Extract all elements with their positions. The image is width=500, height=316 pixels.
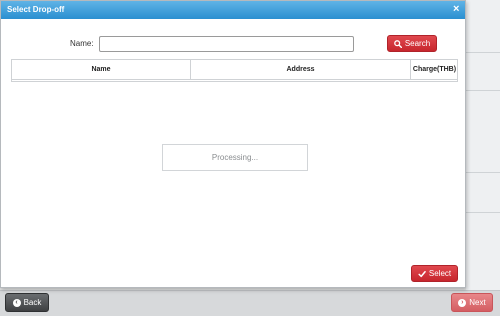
- close-icon[interactable]: ×: [453, 3, 459, 15]
- back-button[interactable]: ‹ Back: [5, 293, 49, 312]
- select-button-label: Select: [428, 269, 452, 278]
- chevron-right-icon: ›: [458, 298, 467, 307]
- name-label: Name:: [70, 39, 94, 48]
- column-header-charge[interactable]: Charge(THB): [411, 60, 458, 79]
- background-divider: [466, 212, 500, 213]
- select-button[interactable]: Select: [411, 265, 458, 282]
- results-table: Name Address Charge(THB): [11, 59, 458, 82]
- search-icon: [393, 39, 402, 48]
- search-button[interactable]: Search: [387, 35, 437, 52]
- next-button[interactable]: › Next: [451, 293, 493, 312]
- dialog-title: Select Drop-off: [7, 5, 65, 14]
- name-input[interactable]: [99, 36, 354, 52]
- background-divider: [466, 172, 500, 173]
- table-divider: [12, 79, 457, 80]
- select-dropoff-dialog: Select Drop-off × Name: Search Name Addr…: [0, 0, 466, 288]
- background-panel: [466, 0, 500, 290]
- search-button-label: Search: [404, 39, 431, 48]
- column-header-name[interactable]: Name: [12, 60, 191, 79]
- background-divider: [466, 52, 500, 53]
- next-button-label: Next: [469, 298, 486, 307]
- check-icon: [418, 270, 426, 277]
- processing-indicator: Processing...: [162, 144, 308, 171]
- footer-bar: [0, 290, 500, 316]
- chevron-left-icon: ‹: [12, 298, 21, 307]
- back-button-label: Back: [23, 298, 42, 307]
- column-header-address[interactable]: Address: [191, 60, 411, 79]
- background-divider: [466, 90, 500, 91]
- dialog-header: [1, 1, 465, 19]
